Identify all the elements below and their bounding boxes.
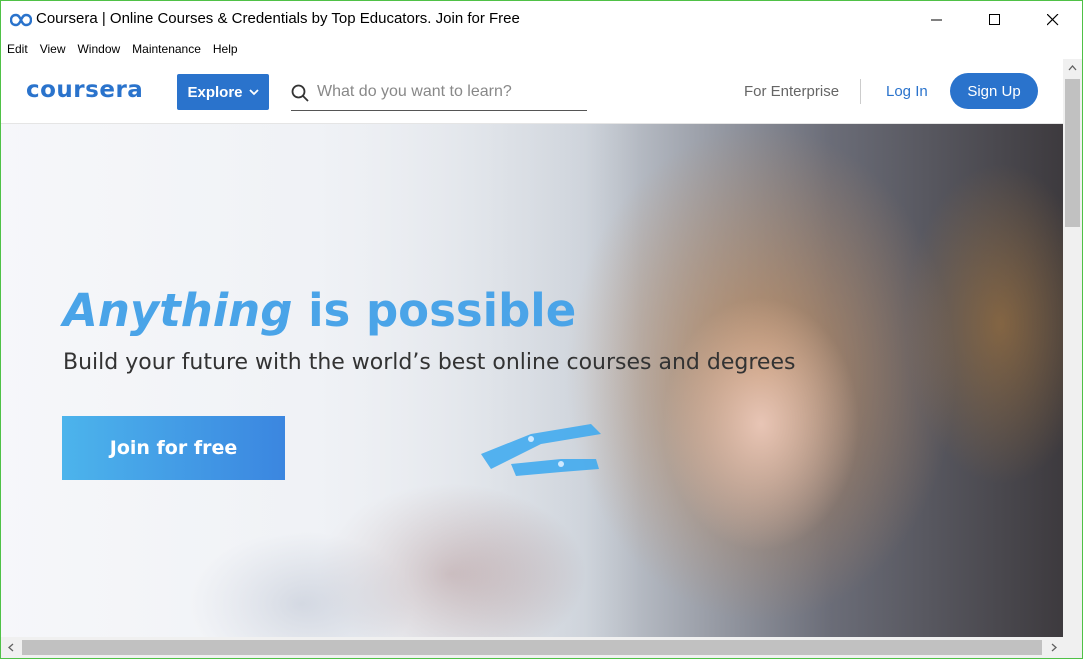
menu-window[interactable]: Window — [77, 42, 120, 56]
scrollbar-corner — [1063, 637, 1082, 658]
menu-help[interactable]: Help — [213, 42, 238, 56]
hero-title-emphasis: Anything — [63, 284, 293, 337]
hero-banner: Anything is possible Build your future w… — [1, 124, 1063, 637]
chevron-left-icon — [7, 643, 13, 652]
join-for-free-button[interactable]: Join for free — [62, 416, 285, 480]
hero-title-rest: is possible — [308, 284, 577, 337]
menu-view[interactable]: View — [40, 42, 66, 56]
for-enterprise-link[interactable]: For Enterprise — [744, 83, 839, 100]
chevron-right-icon — [1051, 643, 1057, 652]
signup-button[interactable]: Sign Up — [950, 73, 1038, 109]
scroll-up-button[interactable] — [1063, 59, 1082, 76]
app-window: Coursera | Online Courses & Credentials … — [0, 0, 1083, 659]
menu-bar: Edit View Window Maintenance Help — [1, 39, 1082, 59]
site-header: coursera Explore For Enterprise Log In S… — [1, 59, 1063, 124]
horizontal-scroll-thumb[interactable] — [22, 640, 1042, 655]
search-input[interactable] — [317, 77, 585, 107]
search-box — [291, 75, 587, 111]
horizontal-scrollbar[interactable] — [1, 637, 1063, 658]
explore-label: Explore — [187, 83, 243, 101]
robot-arm-image — [481, 424, 601, 476]
hero-subtitle: Build your future with the world’s best … — [63, 350, 796, 375]
search-icon[interactable] — [291, 84, 309, 102]
window-title: Coursera | Online Courses & Credentials … — [36, 10, 520, 27]
close-button[interactable] — [1024, 1, 1082, 39]
maximize-button[interactable] — [966, 1, 1024, 39]
coursera-infinity-icon — [10, 13, 32, 27]
chevron-up-icon — [1068, 64, 1077, 70]
vertical-scrollbar[interactable] — [1063, 59, 1082, 637]
hero-image-overlay — [1, 124, 641, 637]
minimize-icon — [931, 19, 942, 21]
chevron-down-icon — [248, 88, 259, 95]
minimize-button[interactable] — [908, 1, 966, 39]
scroll-right-button[interactable] — [1044, 637, 1063, 658]
vertical-scroll-thumb[interactable] — [1065, 79, 1080, 227]
header-divider — [860, 79, 861, 104]
coursera-logo[interactable]: coursera — [26, 77, 143, 103]
menu-maintenance[interactable]: Maintenance — [132, 42, 201, 56]
scroll-left-button[interactable] — [1, 637, 20, 658]
title-bar: Coursera | Online Courses & Credentials … — [1, 1, 1082, 39]
hero-title: Anything is possible — [63, 284, 576, 337]
menu-edit[interactable]: Edit — [7, 42, 28, 56]
maximize-icon — [989, 14, 1000, 25]
explore-button[interactable]: Explore — [177, 74, 269, 110]
close-icon — [1047, 14, 1059, 26]
login-link[interactable]: Log In — [886, 83, 928, 100]
